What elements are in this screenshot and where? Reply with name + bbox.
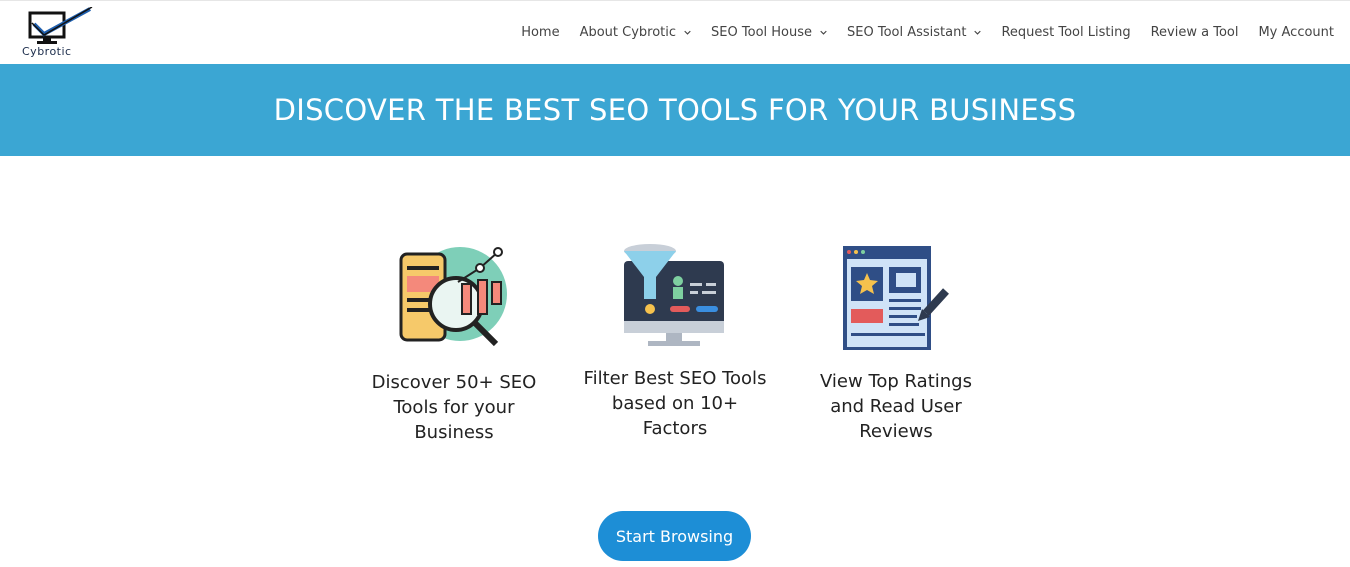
chevron-down-icon bbox=[684, 30, 691, 35]
nav-label: SEO Tool Assistant bbox=[847, 25, 967, 40]
start-browsing-button[interactable]: Start Browsing bbox=[598, 511, 751, 561]
nav-my-account[interactable]: My Account bbox=[1258, 25, 1334, 40]
feature-text: View Top Ratings and Read User Reviews bbox=[820, 371, 972, 442]
site-logo[interactable]: Cybrotic bbox=[20, 7, 94, 61]
nav-label: Review a Tool bbox=[1150, 25, 1239, 40]
nav-about[interactable]: About Cybrotic bbox=[580, 25, 691, 40]
logo-text: Cybrotic bbox=[22, 45, 72, 58]
chevron-down-icon bbox=[820, 30, 827, 35]
hero-banner: DISCOVER THE BEST SEO TOOLS FOR YOUR BUS… bbox=[0, 64, 1350, 156]
nav-label: My Account bbox=[1258, 25, 1334, 40]
nav-label: About Cybrotic bbox=[579, 25, 677, 40]
nav-home[interactable]: Home bbox=[521, 25, 559, 40]
chevron-down-icon bbox=[974, 30, 982, 35]
nav-seo-tool-house[interactable]: SEO Tool House bbox=[711, 25, 827, 40]
nav-seo-tool-assistant[interactable]: SEO Tool Assistant bbox=[847, 25, 982, 40]
checkmark-monitor-icon bbox=[28, 7, 93, 44]
review-document-pen-icon bbox=[843, 246, 949, 350]
nav-label: Home bbox=[521, 25, 560, 40]
nav-request-tool-listing[interactable]: Request Tool Listing bbox=[1001, 25, 1130, 40]
nav-label: SEO Tool House bbox=[711, 25, 812, 40]
nav-review-a-tool[interactable]: Review a Tool bbox=[1151, 25, 1239, 40]
site-header: Cybrotic Home About Cybrotic SEO Tool Ho… bbox=[0, 1, 1350, 64]
analytics-magnifier-icon bbox=[399, 247, 507, 347]
feature-text: Discover 50+ SEO Tools for your Business bbox=[371, 372, 537, 443]
funnel-monitor-icon bbox=[624, 244, 724, 346]
main-nav: Home About Cybrotic SEO Tool House SEO T… bbox=[501, 1, 1334, 64]
feature-text: Filter Best SEO Tools based on 10+ Facto… bbox=[583, 368, 767, 439]
nav-label: Request Tool Listing bbox=[1001, 25, 1131, 40]
banner-title: DISCOVER THE BEST SEO TOOLS FOR YOUR BUS… bbox=[273, 93, 1077, 127]
